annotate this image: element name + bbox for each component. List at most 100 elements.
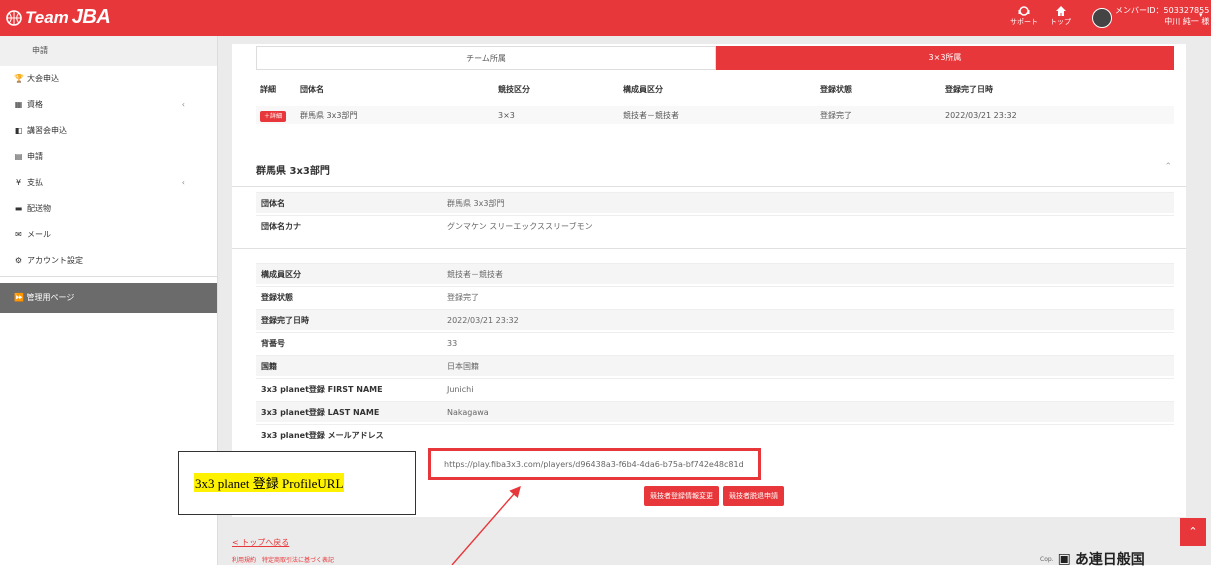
sidebar-item-label: メール (27, 230, 51, 239)
detail-value: グンマケン スリーエックススリーブモン (447, 221, 593, 231)
table-header: 詳細 団体名 競技区分 構成員区分 登録状態 登録完了日時 (256, 84, 1174, 102)
cell-status: 登録完了 (820, 110, 852, 120)
column-header: 構成員区分 (623, 85, 663, 94)
detail-label: 3x3 planet登録 LAST NAME (261, 407, 380, 417)
column-header: 団体名 (300, 85, 324, 94)
sidebar-item-label: 大会申込 (27, 74, 59, 83)
sidebar-item-label: 講習会申込 (27, 126, 67, 135)
trophy-icon: 🏆 (14, 74, 24, 83)
detail-row: 団体名 群馬県 3x3部門 (256, 192, 1174, 213)
affiliation-tabs: チーム所属 3×3所属 (256, 46, 1174, 70)
detail-value: 競技者－競技者 (447, 269, 503, 279)
sidebar-item-apply-sub[interactable]: 申請 (0, 36, 217, 66)
support-nav[interactable]: サポート (1010, 5, 1038, 27)
id-card-icon: ▦ (14, 100, 23, 109)
detail-label: 登録状態 (261, 292, 293, 302)
class-icon: ◧ (14, 126, 23, 135)
detail-row: 3x3 planet登録 LAST NAME Nakagawa (256, 401, 1174, 422)
detail-button[interactable]: ＋詳細 (260, 110, 287, 122)
detail-row: 3x3 planet登録 FIRST NAME Junichi (256, 378, 1174, 399)
sidebar-item-admin[interactable]: ⏩ 管理用ページ (0, 283, 217, 313)
annotation-callout: 3x3 planet 登録 ProfileURL (178, 451, 416, 515)
chevron-down-icon[interactable]: ▾ (1199, 11, 1203, 19)
detail-label: 3x3 planet登録 FIRST NAME (261, 384, 383, 394)
sidebar-item-account-settings[interactable]: ⚙ アカウント設定 (0, 248, 217, 274)
top-bar: Team JBA サポート トップ メンバーID：503327855 中川 純一 … (0, 0, 1211, 36)
mail-icon: ✉ (15, 230, 22, 239)
truck-icon: ▬ (14, 204, 23, 213)
sidebar-item-label: 資格 (27, 100, 43, 109)
team-jba-logo[interactable]: Team JBA (6, 6, 111, 29)
member-info[interactable]: メンバーID：503327855 中川 純一 様 (1115, 5, 1209, 27)
footer-links[interactable]: 利用規約 特定商取引法に基づく表記 (232, 555, 334, 564)
account-settings-icon: ⚙ (14, 256, 23, 265)
logo-jba-text: JBA (71, 6, 111, 28)
footer-seal: Cop. ▣ あ連日般国 (1040, 551, 1145, 568)
detail-row: 背番号 33 (256, 332, 1174, 353)
sidebar-item-delivery[interactable]: ▬ 配送物 (0, 196, 217, 222)
logo-team-text: Team (25, 7, 69, 27)
detail-label: 背番号 (261, 338, 285, 348)
sidebar-item-label: アカウント設定 (27, 256, 83, 265)
sidebar-item-label: 申請 (27, 152, 43, 161)
chevron-up-icon[interactable]: ⌃ (1164, 162, 1172, 172)
sidebar-item-course[interactable]: ◧ 講習会申込 (0, 118, 217, 144)
top-nav[interactable]: トップ (1050, 5, 1071, 27)
detail-row: 国籍 日本国籍 (256, 355, 1174, 376)
detail-label: 国籍 (261, 361, 277, 371)
detail-value: 群馬県 3x3部門 (447, 198, 505, 208)
column-header: 登録状態 (820, 85, 852, 94)
detail-title: 群馬県 3x3部門 (256, 166, 330, 177)
avatar[interactable] (1092, 8, 1112, 28)
forward-icon: ⏩ (14, 293, 24, 302)
action-buttons: 競技者登録情報変更 競技者脱退申請 (644, 486, 784, 506)
cell-category: 3×3 (498, 110, 515, 120)
tab-3x3[interactable]: 3×3所属 (716, 46, 1174, 70)
member-name: 中川 純一 様 (1164, 17, 1210, 26)
scroll-top-button[interactable]: ⌃ (1180, 518, 1206, 546)
detail-label: 登録完了日時 (261, 315, 309, 325)
detail-value: Nakagawa (447, 407, 489, 417)
sidebar-item-label: 支払 (27, 178, 43, 187)
affiliation-card: チーム所属 3×3所属 詳細 団体名 競技区分 構成員区分 登録状態 登録完了日… (232, 44, 1186, 150)
member-id: メンバーID：503327855 (1115, 6, 1210, 15)
tab-team[interactable]: チーム所属 (256, 46, 716, 70)
back-to-top-link[interactable]: < トップへ戻る (232, 537, 289, 548)
chevron-up-icon: ⌃ (1188, 525, 1198, 538)
sidebar-item-tournament[interactable]: 🏆 大会申込 (0, 66, 217, 92)
withdraw-button[interactable]: 競技者脱退申請 (723, 486, 784, 506)
yen-icon: ¥ (15, 178, 22, 187)
detail-row: 3x3 planet登録 メールアドレス (256, 424, 1174, 445)
detail-row: 登録状態 登録完了 (256, 286, 1174, 307)
column-header: 競技区分 (498, 85, 530, 94)
chevron-left-icon: ‹ (181, 100, 185, 109)
column-header: 詳細 (260, 85, 276, 94)
detail-label: 団体名カナ (261, 221, 301, 231)
support-label: サポート (1010, 18, 1038, 26)
divider (232, 186, 1186, 187)
sidebar-divider (0, 276, 217, 277)
change-registration-button[interactable]: 競技者登録情報変更 (644, 486, 719, 506)
sidebar-item-label: 管理用ページ (26, 293, 75, 302)
divider (232, 248, 1186, 249)
sidebar-item-qualification[interactable]: ▦ 資格 ‹ (0, 92, 217, 118)
sidebar-item-label: 配送物 (27, 204, 51, 213)
highlight-box (428, 448, 761, 480)
column-header: 登録完了日時 (945, 85, 993, 94)
detail-row: 団体名カナ グンマケン スリーエックススリーブモン (256, 215, 1174, 236)
basketball-icon (6, 9, 22, 26)
sidebar-item-payment[interactable]: ¥ 支払 ‹ (0, 170, 217, 196)
sidebar-item-mail[interactable]: ✉ メール (0, 222, 217, 248)
home-icon (1055, 6, 1066, 16)
sidebar-item-application[interactable]: ▤ 申請 (0, 144, 217, 170)
detail-value: 33 (447, 338, 458, 348)
detail-row: 登録完了日時 2022/03/21 23:32 (256, 309, 1174, 330)
detail-value: 日本国籍 (447, 361, 479, 371)
cell-completed: 2022/03/21 23:32 (945, 110, 1017, 120)
detail-row: 構成員区分 競技者－競技者 (256, 263, 1174, 284)
top-label: トップ (1050, 18, 1071, 26)
detail-label: 団体名 (261, 198, 285, 208)
detail-value: 登録完了 (447, 292, 479, 302)
detail-value: Junichi (447, 384, 474, 394)
chevron-left-icon: ‹ (181, 178, 185, 187)
